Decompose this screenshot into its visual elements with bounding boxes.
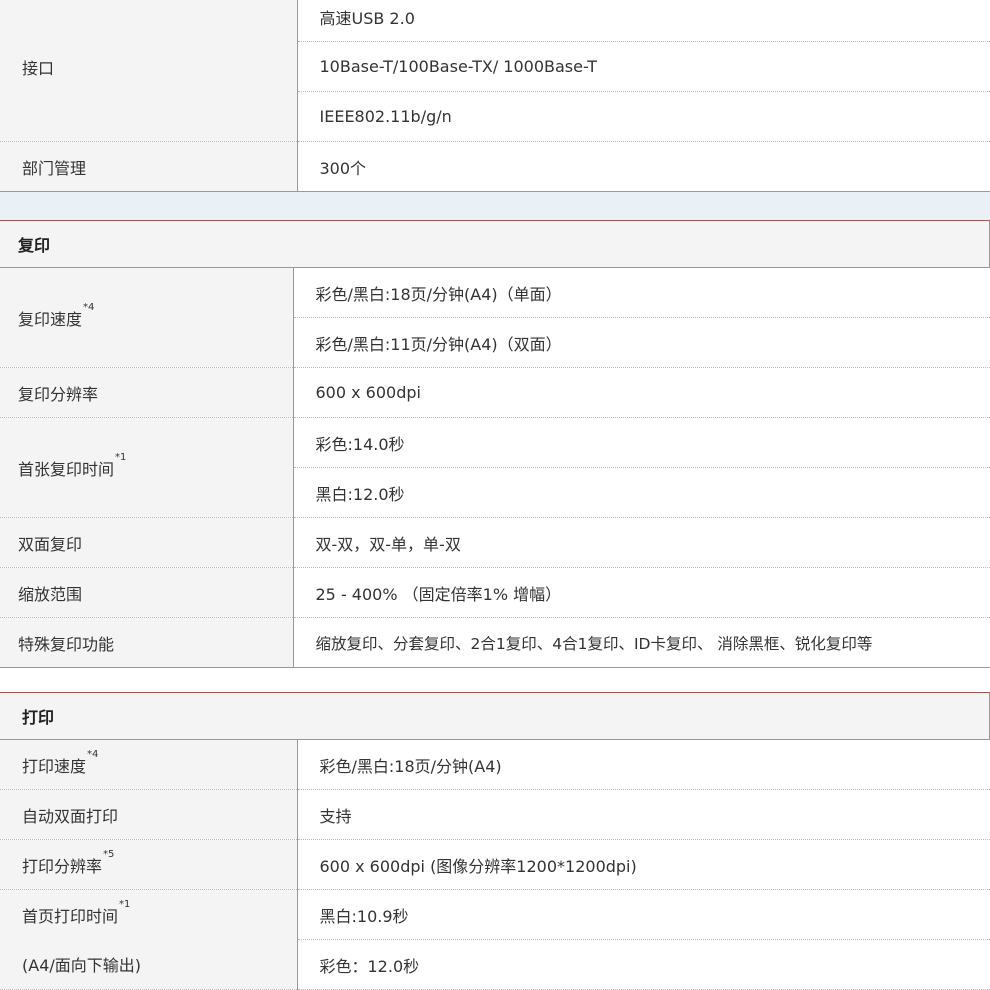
row-label-copy-resolution: 复印分辨率 xyxy=(0,367,294,418)
label-text: 打印速度 xyxy=(22,756,87,776)
table-row: 首页打印时间*1 (A4/面向下输出) 黑白:10.9秒 xyxy=(0,889,990,990)
row-label-copy-speed: 复印速度*4 xyxy=(0,268,294,368)
spec-section-copy: 复印 复印速度*4 彩色/黑白:18页/分钟(A4)（单面） 彩色/黑白:11页… xyxy=(0,220,990,668)
row-value: 彩色：12.0秒 xyxy=(297,939,990,990)
table-row: 复印速度*4 彩色/黑白:18页/分钟(A4)（单面） xyxy=(0,268,990,368)
section-title-print: 打印 xyxy=(0,692,990,740)
label-text: 打印分辨率 xyxy=(22,856,103,876)
table-row: 打印速度*4 彩色/黑白:18页/分钟(A4) xyxy=(0,740,990,790)
row-label-print-resolution: 打印分辨率*5 xyxy=(0,839,298,890)
table-row: 自动双面打印 支持 xyxy=(0,789,990,840)
table-row: 复印分辨率 600 x 600dpi xyxy=(0,367,990,418)
row-label-print-speed: 打印速度*4 xyxy=(0,740,298,790)
footnote-mark: *1 xyxy=(119,898,131,910)
footnote-mark: *5 xyxy=(103,848,115,860)
row-value: 彩色/黑白:11页/分钟(A4)（双面） xyxy=(293,317,990,368)
row-label-first-copy: 首张复印时间*1 xyxy=(0,417,294,518)
table-row: 缩放范围 25 - 400% （固定倍率1% 增幅） xyxy=(0,567,990,618)
spec-table-print: 打印速度*4 彩色/黑白:18页/分钟(A4) 自动双面打印 支持 打印分辨率*… xyxy=(0,740,990,990)
row-value: 彩色/黑白:18页/分钟(A4)（单面） xyxy=(293,268,990,318)
row-label-zoom: 缩放范围 xyxy=(0,567,294,618)
row-label-duplex-copy: 双面复印 xyxy=(0,517,294,568)
row-value: 黑白:10.9秒 xyxy=(297,889,990,940)
row-value: 缩放复印、分套复印、2合1复印、4合1复印、ID卡复印、 消除黑框、锐化复印等 xyxy=(293,617,990,668)
row-value: 10Base-T/100Base-TX/ 1000Base-T xyxy=(297,41,990,92)
row-value: 彩色:14.0秒 xyxy=(293,417,990,468)
table-row: 部门管理 300个 xyxy=(0,141,990,192)
section-title-copy: 复印 xyxy=(0,220,990,268)
spec-section-general: 接口 高速USB 2.0 10Base-T/100Base-TX/ 1000Ba… xyxy=(0,0,990,192)
row-value: 600 x 600dpi xyxy=(293,367,990,418)
row-value: 黑白:12.0秒 xyxy=(293,467,990,518)
label-text: 复印速度 xyxy=(18,309,83,329)
label-text: 首页打印时间 xyxy=(22,906,119,926)
row-value: 双-双，双-单，单-双 xyxy=(293,517,990,568)
row-label-first-print: 首页打印时间*1 (A4/面向下输出) xyxy=(0,889,298,990)
row-label-department: 部门管理 xyxy=(0,141,298,192)
row-label-auto-duplex: 自动双面打印 xyxy=(0,789,298,840)
spec-section-print: 打印 打印速度*4 彩色/黑白:18页/分钟(A4) 自动双面打印 支持 打印分… xyxy=(0,692,990,990)
table-row: 双面复印 双-双，双-单，单-双 xyxy=(0,517,990,568)
row-value: 支持 xyxy=(297,789,990,840)
row-label-special-copy: 特殊复印功能 xyxy=(0,617,294,668)
table-row: 首张复印时间*1 彩色:14.0秒 xyxy=(0,417,990,518)
footnote-mark: *4 xyxy=(83,301,95,313)
label-text: 首张复印时间 xyxy=(18,459,115,479)
footnote-mark: *4 xyxy=(87,748,99,760)
row-value: 300个 xyxy=(297,141,990,192)
row-value: 彩色/黑白:18页/分钟(A4) xyxy=(297,740,990,790)
label-stack: 首页打印时间*1 (A4/面向下输出) xyxy=(22,890,296,989)
spec-table-copy: 复印速度*4 彩色/黑白:18页/分钟(A4)（单面） 彩色/黑白:11页/分钟… xyxy=(0,268,990,668)
label-subline: (A4/面向下输出) xyxy=(22,956,142,976)
spec-table-general: 接口 高速USB 2.0 10Base-T/100Base-TX/ 1000Ba… xyxy=(0,0,990,192)
row-label-interface: 接口 xyxy=(0,0,298,142)
table-row: 打印分辨率*5 600 x 600dpi (图像分辨率1200*1200dpi) xyxy=(0,839,990,890)
row-value: 600 x 600dpi (图像分辨率1200*1200dpi) xyxy=(297,839,990,890)
table-row: 特殊复印功能 缩放复印、分套复印、2合1复印、4合1复印、ID卡复印、 消除黑框… xyxy=(0,617,990,668)
footnote-mark: *1 xyxy=(115,451,127,463)
label-line: 首页打印时间*1 xyxy=(22,899,296,927)
table-row: 接口 高速USB 2.0 xyxy=(0,0,990,142)
row-value: 25 - 400% （固定倍率1% 增幅） xyxy=(293,567,990,618)
row-value: IEEE802.11b/g/n xyxy=(297,91,990,142)
row-value: 高速USB 2.0 xyxy=(297,0,990,42)
section-divider xyxy=(0,192,990,220)
